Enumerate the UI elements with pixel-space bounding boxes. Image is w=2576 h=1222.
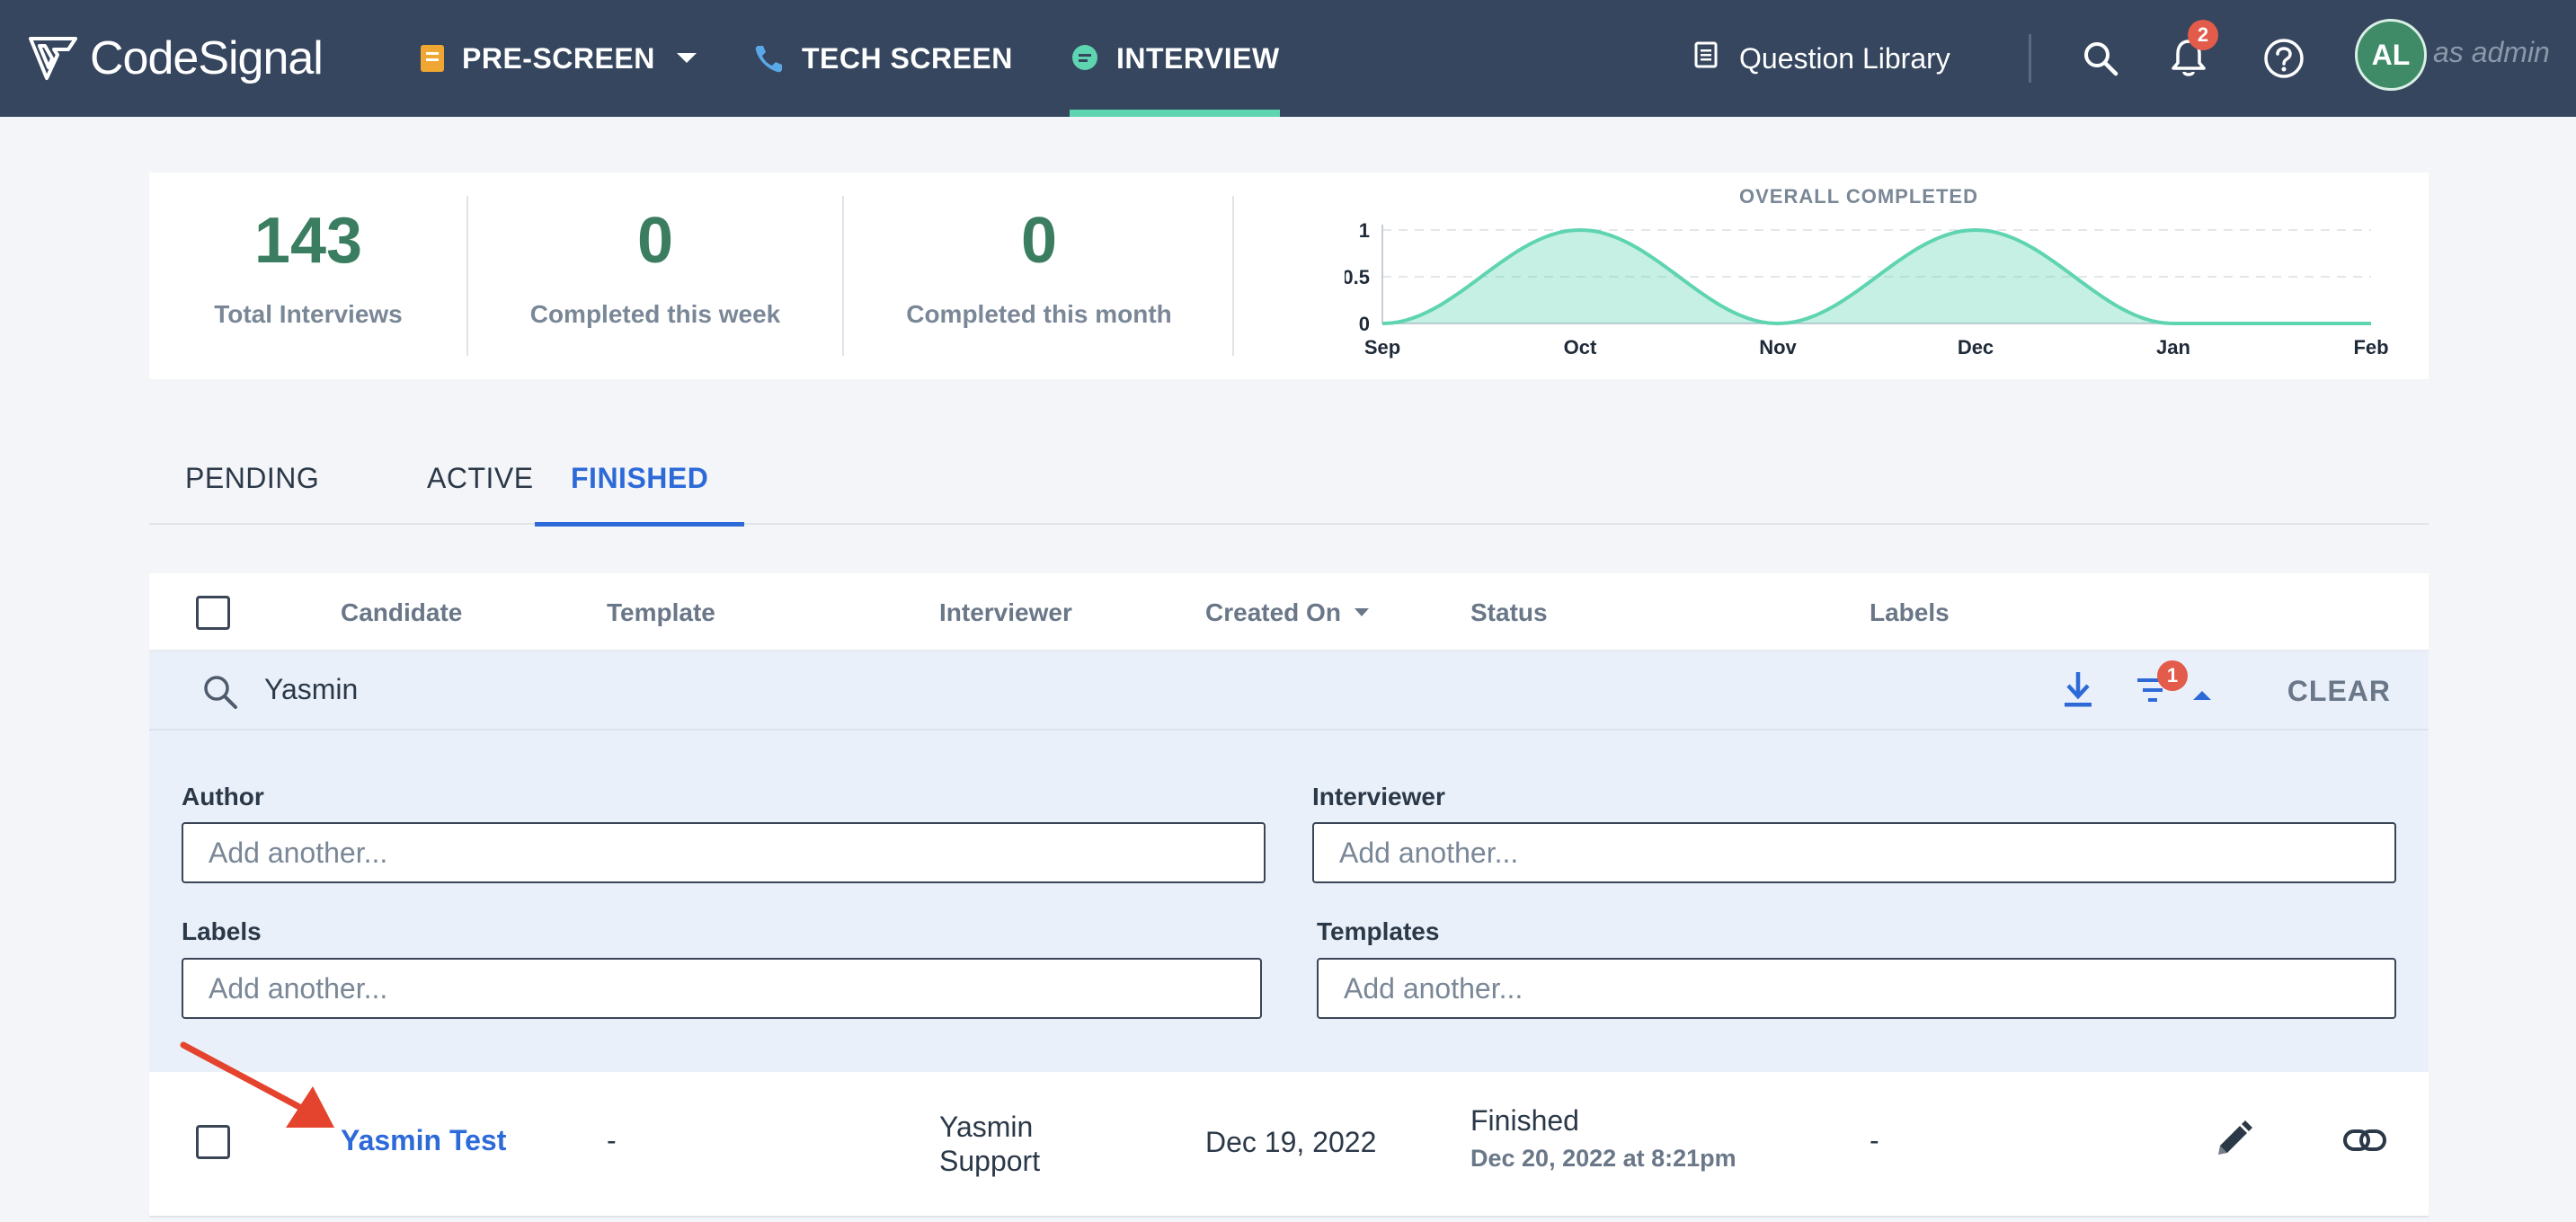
stat-completed-month: 0 Completed this month — [844, 173, 1234, 379]
help-button[interactable] — [2263, 0, 2305, 117]
header-status[interactable]: Status — [1470, 573, 1548, 651]
nav-divider — [2029, 34, 2031, 83]
candidate-link[interactable]: Yasmin Test — [341, 1124, 506, 1157]
download-icon — [2065, 672, 2092, 707]
chart-x-tick-label: Dec — [1958, 336, 1994, 359]
stats-card: 143 Total Interviews 0 Completed this we… — [149, 173, 2429, 379]
notification-badge: 2 — [2188, 20, 2218, 50]
chevron-down-icon[interactable] — [675, 51, 698, 66]
link-icon — [2343, 1129, 2386, 1151]
annotation-arrow-icon — [180, 1041, 334, 1128]
book-icon — [1694, 41, 1718, 75]
tab-pending[interactable]: PENDING — [149, 431, 355, 525]
overall-completed-chart: OVERALL COMPLETED 0 0.5 1 Sep Oct Nov Dec Jan Feb — [1345, 185, 2389, 359]
tab-pre-screen[interactable]: PRE-SCREEN — [419, 0, 698, 117]
question-library-label: Question Library — [1739, 41, 1950, 75]
filter-toggle-button[interactable]: 1 — [2136, 660, 2216, 714]
header-created-on-label: Created On — [1205, 598, 1341, 626]
chart-y-tick-label: 0 — [1359, 313, 1370, 335]
header-candidate[interactable]: Candidate — [341, 573, 462, 651]
stat-value: 0 — [1020, 205, 1058, 277]
notifications-button[interactable]: 2 — [2170, 0, 2218, 117]
avatar[interactable]: AL — [2355, 19, 2427, 91]
select-all-checkbox[interactable] — [196, 595, 230, 630]
stat-total-interviews: 143 Total Interviews — [149, 173, 467, 379]
chart-title: OVERALL COMPLETED — [1739, 185, 1978, 208]
labels-filter-label: Labels — [182, 917, 262, 945]
header-labels[interactable]: Labels — [1870, 573, 1950, 651]
header-interviewer[interactable]: Interviewer — [939, 573, 1072, 651]
interviewer-input[interactable]: Add another... — [1312, 822, 2396, 883]
sort-down-icon — [1354, 607, 1369, 616]
interviewer-filter-label: Interviewer — [1312, 783, 1445, 810]
search-icon — [2084, 42, 2119, 76]
chart-x-tick-label: Jan — [2156, 336, 2190, 359]
interviewer-cell: Yasmin Support — [939, 1110, 1040, 1178]
chart-x-tick-label: Feb — [2353, 336, 2388, 359]
tab-pre-screen-label: PRE-SCREEN — [462, 41, 655, 75]
stat-value: 143 — [253, 205, 363, 277]
help-icon — [2264, 39, 2304, 78]
chart-y-tick-label: 1 — [1359, 219, 1370, 242]
table-row[interactable]: Yasmin Test - Yasmin Support Dec 19, 202… — [149, 1041, 2429, 1216]
tab-interview-label: INTERVIEW — [1116, 41, 1280, 75]
status-text: Finished — [1470, 1104, 1579, 1137]
copy-link-button[interactable] — [2342, 1122, 2387, 1163]
templates-filter-label: Templates — [1317, 917, 1440, 945]
clear-filters-button[interactable]: CLEAR — [2287, 675, 2391, 708]
interviewer-first: Yasmin — [939, 1111, 1034, 1143]
stat-label: Completed this month — [906, 300, 1172, 328]
interviewer-last: Support — [939, 1145, 1041, 1177]
tab-tech-screen[interactable]: TECH SCREEN — [753, 0, 1013, 117]
edit-button[interactable] — [2213, 1119, 2254, 1164]
chat-icon — [1070, 43, 1100, 74]
created-on-cell: Dec 19, 2022 — [1205, 1126, 1377, 1158]
table-header: Candidate Template Interviewer Created O… — [149, 573, 2429, 651]
template-cell: - — [607, 1124, 617, 1156]
search-input[interactable]: Yasmin — [264, 673, 358, 706]
labels-cell: - — [1870, 1124, 1879, 1156]
stat-label: Total Interviews — [214, 300, 403, 328]
tab-finished[interactable]: FINISHED — [535, 431, 745, 527]
search-button[interactable] — [2082, 0, 2119, 117]
top-nav: CodeSignal PRE-SCREEN TECH SCREEN INTERV… — [0, 0, 2576, 117]
chart-x-tick-label: Nov — [1759, 336, 1797, 359]
row-divider — [149, 1216, 2429, 1218]
chart-y-tick-label: 0.5 — [1345, 266, 1370, 288]
stat-divider — [1232, 196, 1234, 356]
header-created-on[interactable]: Created On — [1205, 573, 1370, 651]
stat-label: Completed this week — [529, 300, 781, 328]
labels-input[interactable]: Add another... — [182, 958, 1262, 1019]
download-button[interactable] — [2062, 669, 2094, 713]
filter-count-badge: 1 — [2157, 660, 2188, 691]
header-template[interactable]: Template — [607, 573, 715, 651]
chevron-up-icon — [2193, 691, 2211, 700]
stat-completed-week: 0 Completed this week — [468, 173, 842, 379]
chart-x-tick-label: Sep — [1364, 336, 1400, 359]
question-library-link[interactable]: Question Library — [1694, 0, 1950, 117]
filters-panel: Author Add another... Interviewer Add an… — [149, 731, 2429, 1072]
tab-interview[interactable]: INTERVIEW — [1070, 0, 1280, 117]
logo-text: CodeSignal — [90, 32, 324, 84]
search-icon — [204, 676, 237, 709]
templates-input[interactable]: Add another... — [1317, 958, 2396, 1019]
status-tabs: PENDING ACTIVE FINISHED — [149, 431, 2429, 527]
search-bar: Yasmin 1 CLEAR — [149, 651, 2429, 731]
author-label: Author — [182, 783, 264, 810]
status-date: Dec 20, 2022 at 8:21pm — [1470, 1145, 1737, 1172]
author-input[interactable]: Add another... — [182, 822, 1266, 883]
phone-icon — [753, 42, 786, 75]
tab-tech-screen-label: TECH SCREEN — [802, 41, 1013, 75]
codesignal-logo-icon — [29, 37, 77, 80]
status-cell: Finished Dec 20, 2022 at 8:21pm — [1470, 1104, 1737, 1173]
role-label: as admin — [2433, 36, 2550, 68]
stat-value: 0 — [636, 205, 674, 277]
note-icon — [419, 43, 446, 74]
select-all-checkbox-wrap — [196, 573, 230, 651]
chart-x-tick-label: Oct — [1564, 336, 1597, 359]
codesignal-logo[interactable]: CodeSignal — [27, 27, 324, 90]
pencil-icon — [2218, 1120, 2252, 1155]
